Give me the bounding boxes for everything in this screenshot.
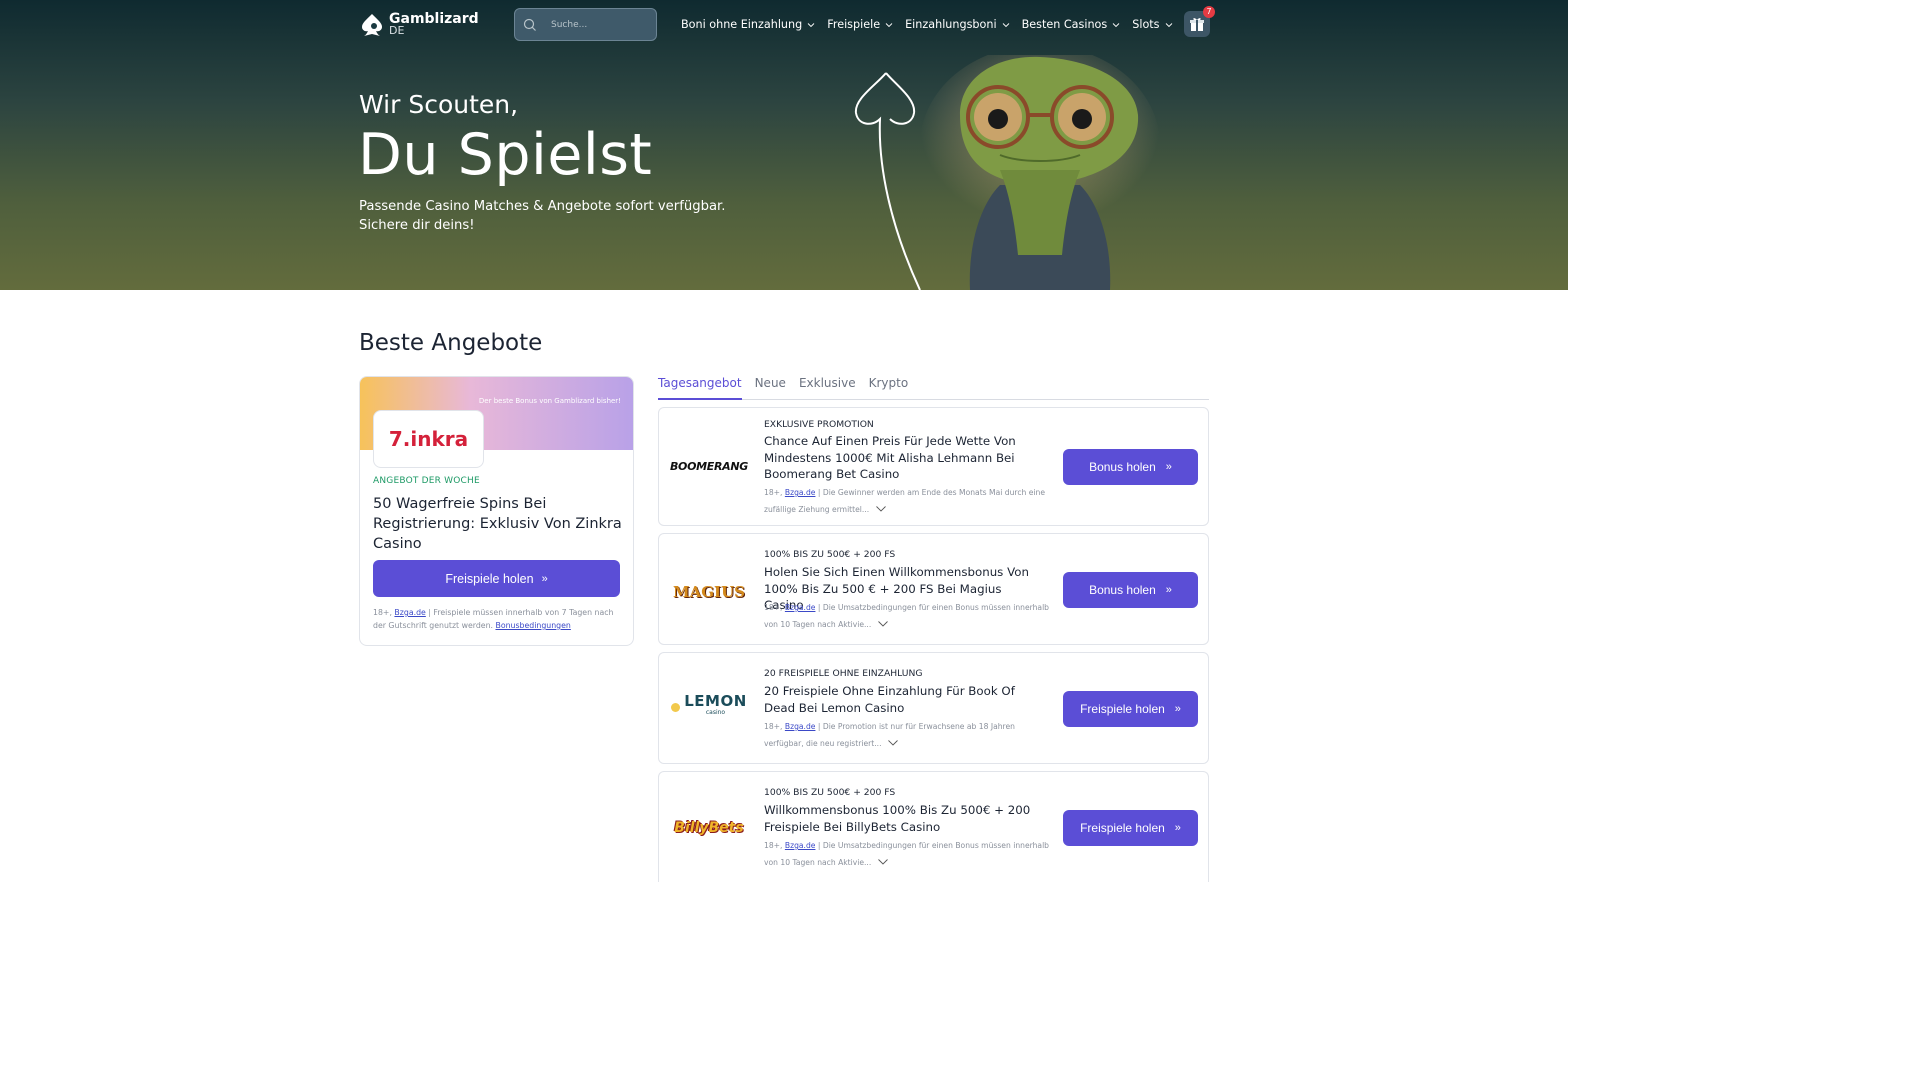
chevron-down-icon <box>1165 22 1172 27</box>
expand-chevron-icon[interactable] <box>877 621 888 627</box>
offer-terms-note: 18+, Bzga.de | Die Promotion ist nur für… <box>764 722 1015 748</box>
offer-tag: EXKLUSIVE PROMOTION <box>764 419 874 430</box>
bzga-link[interactable]: Bzga.de <box>785 722 816 731</box>
bzga-link[interactable]: Bzga.de <box>785 603 816 612</box>
hero-line-1: Wir Scouten, <box>359 90 519 119</box>
chevron-down-icon <box>885 22 893 27</box>
offer-title: Chance Auf Einen Preis Für Jede Wette Vo… <box>764 434 1016 481</box>
chevron-down-icon <box>807 22 815 27</box>
search-box[interactable] <box>514 8 657 41</box>
chameleon-mascot-illustration <box>854 55 1160 290</box>
casino-logo-magius[interactable]: MAGIUS <box>669 572 749 612</box>
hero-headline: Du Spielst <box>358 122 653 188</box>
menu-item-slots[interactable]: Slots <box>1132 18 1172 31</box>
offer-card: BillyBets 100% BIS ZU 500€ + 200 FS Will… <box>658 771 1209 882</box>
offer-card: MAGIUS 100% BIS ZU 500€ + 200 FS Holen S… <box>658 533 1209 645</box>
chevron-down-icon <box>1002 22 1009 27</box>
menu-item-besten-casinos[interactable]: Besten Casinos <box>1022 18 1121 31</box>
hero: Gamblizard DE Boni ohne Einzahlung Freis… <box>0 0 1568 290</box>
bzga-link[interactable]: Bzga.de <box>785 841 816 850</box>
offer-claim-button[interactable]: Freispiele holen » <box>1063 810 1198 846</box>
double-chevron-right-icon: » <box>1174 822 1181 834</box>
gift-button[interactable]: 7 <box>1184 6 1215 37</box>
offer-card: BOOMERANG EXKLUSIVE PROMOTION Chance Auf… <box>658 407 1209 526</box>
expand-chevron-icon[interactable] <box>877 859 888 865</box>
offer-claim-button[interactable]: Bonus holen » <box>1063 449 1198 485</box>
featured-terms-note: 18+, Bzga.de | Freispiele müssen innerha… <box>373 608 614 630</box>
featured-tag: ANGEBOT DER WOCHE <box>373 476 480 486</box>
offer-terms-note: 18+, Bzga.de | Die Umsatzbedingungen für… <box>764 841 1049 867</box>
offer-tag: 100% BIS ZU 500€ + 200 FS <box>764 787 896 798</box>
offer-card: LEMON casino 20 FREISPIELE OHNE EINZAHLU… <box>658 652 1209 764</box>
double-chevron-right-icon: » <box>1165 461 1172 473</box>
offer-terms-note: 18+, Bzga.de | Die Umsatzbedingungen für… <box>764 603 1049 629</box>
featured-offer-card: Der beste Bonus von Gamblizard bisher! 7… <box>359 376 634 646</box>
notification-badge: 7 <box>1203 6 1215 18</box>
site-logo[interactable]: Gamblizard DE <box>359 12 514 38</box>
tab-neue[interactable]: Neue <box>755 376 786 400</box>
menu-item-boni-ohne-einzahlung[interactable]: Boni ohne Einzahlung <box>681 18 815 31</box>
search-icon <box>523 18 536 31</box>
search-input[interactable] <box>551 19 651 30</box>
offer-claim-button[interactable]: Bonus holen » <box>1063 572 1198 608</box>
offer-claim-button[interactable]: Freispiele holen » <box>1063 691 1198 727</box>
casino-logo-billybets[interactable]: BillyBets <box>669 808 749 848</box>
double-chevron-right-icon: » <box>541 572 548 585</box>
featured-banner-text: Der beste Bonus von Gamblizard bisher! <box>478 397 621 405</box>
bonus-terms-link[interactable]: Bonusbedingungen <box>495 621 570 630</box>
gift-icon <box>1190 18 1204 31</box>
double-chevron-right-icon: » <box>1165 584 1172 596</box>
main-menu: Boni ohne Einzahlung Freispiele Einzahlu… <box>681 8 1185 41</box>
offer-title: Willkommensbonus 100% Bis Zu 500€ + 200 … <box>764 803 1031 834</box>
offer-tag: 20 FREISPIELE OHNE EINZAHLUNG <box>764 668 923 679</box>
bzga-link[interactable]: Bzga.de <box>394 608 425 617</box>
tab-tagesangebot[interactable]: Tagesangebot <box>658 376 742 400</box>
casino-logo-boomerang[interactable]: BOOMERANG <box>669 446 749 486</box>
featured-claim-button[interactable]: Freispiele holen » <box>373 560 620 597</box>
offer-tag: 100% BIS ZU 500€ + 200 FS <box>764 549 896 560</box>
top-nav: Gamblizard DE Boni ohne Einzahlung Freis… <box>359 6 1215 42</box>
expand-chevron-icon[interactable] <box>888 740 898 746</box>
menu-item-freispiele[interactable]: Freispiele <box>827 18 893 31</box>
featured-title: 50 Wagerfreie Spins Bei Registrierung: E… <box>373 496 622 552</box>
casino-logo-zinkra[interactable]: 7.inkra <box>373 410 484 468</box>
expand-chevron-icon[interactable] <box>875 506 886 512</box>
lemon-icon <box>671 702 681 712</box>
offer-title: 20 Freispiele Ohne Einzahlung Für Book O… <box>764 684 1015 715</box>
offer-terms-note: 18+, Bzga.de | Die Gewinner werden am En… <box>764 488 1046 514</box>
hero-subtitle: Passende Casino Matches & Angebote sofor… <box>359 199 726 233</box>
menu-item-einzahlungsboni[interactable]: Einzahlungsboni <box>905 18 1009 31</box>
tab-krypto[interactable]: Krypto <box>869 376 909 400</box>
offer-tabs: Tagesangebot Neue Exklusive Krypto <box>658 376 1209 400</box>
bzga-link[interactable]: Bzga.de <box>785 488 816 497</box>
spade-logo-icon <box>362 14 382 36</box>
tab-exklusive[interactable]: Exklusive <box>799 376 856 400</box>
section-title: Beste Angebote <box>359 330 543 356</box>
chevron-down-icon <box>1112 22 1120 27</box>
double-chevron-right-icon: » <box>1174 703 1181 715</box>
casino-logo-lemon[interactable]: LEMON casino <box>669 687 749 727</box>
